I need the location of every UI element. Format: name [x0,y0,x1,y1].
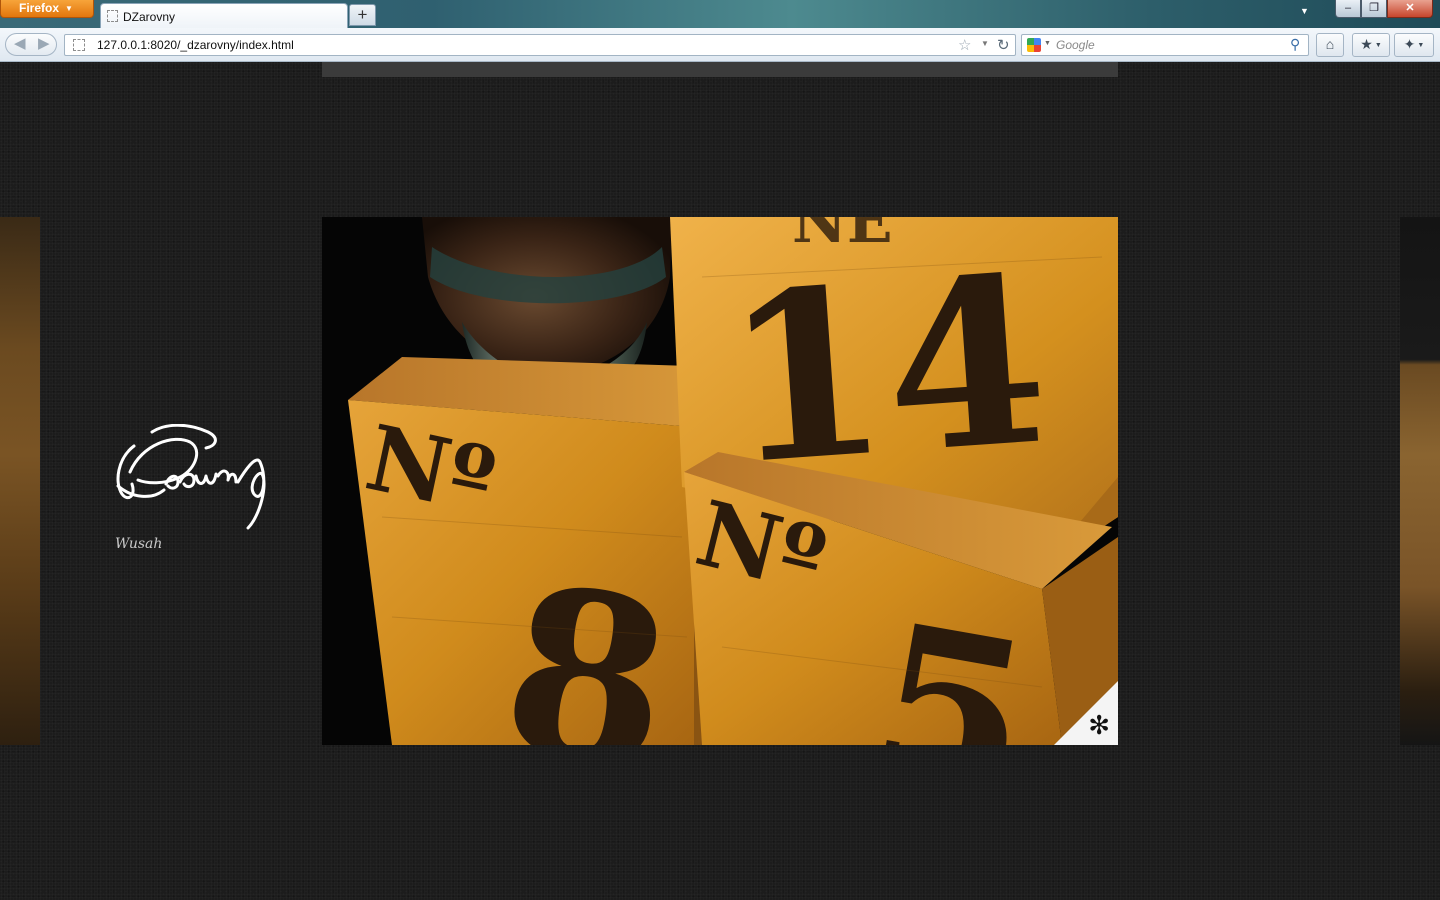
window-titlebar: Firefox ▼ DZarovny + ▼ – ❐ ✕ [0,0,1440,29]
reload-icon[interactable]: ↻ [997,36,1010,54]
browser-tab[interactable]: DZarovny [100,3,348,29]
search-input[interactable] [1056,37,1276,53]
site-tagline: Wusah [115,536,163,552]
page-viewport: Wusah Nº 8 14 Nº 5 NE ✻ [0,62,1440,900]
addon-button[interactable]: ✦ ▼ [1394,33,1434,57]
chevron-down-icon: ▼ [1417,42,1425,49]
previous-photo-peek[interactable] [0,217,40,745]
site-identity-icon[interactable] [73,39,85,51]
search-magnifier-icon[interactable]: ⚲ [1290,36,1300,53]
tab-list-icon[interactable]: ▼ [1300,6,1309,16]
wooden-number-blocks-image: Nº 8 14 Nº 5 NE [322,217,1118,745]
svg-text:14: 14 [717,225,1055,517]
close-button[interactable]: ✕ [1387,0,1433,18]
minimize-button[interactable]: – [1335,0,1361,18]
main-photo[interactable]: Nº 8 14 Nº 5 NE ✻ [322,217,1118,745]
back-forward-group: ◀ ▶ [5,33,57,56]
bookmarks-icon: ★ [1360,36,1373,52]
home-icon: ⌂ [1325,36,1335,52]
history-dropdown-icon[interactable]: ▼ [981,39,989,48]
asterisk-icon: ✻ [1088,711,1110,741]
url-text[interactable]: 127.0.0.1:8020/_dzarovny/index.html [97,38,294,52]
firefox-menu-button[interactable]: Firefox ▼ [0,0,94,18]
bookmark-star-icon[interactable]: ☆ [958,36,971,54]
tab-title: DZarovny [123,10,176,24]
photo-corner-toggle[interactable]: ✻ [1054,681,1118,745]
engine-dropdown-icon[interactable]: ▼ [1044,40,1051,47]
bookmarks-button[interactable]: ★ ▼ [1352,33,1390,57]
chevron-down-icon: ▼ [1374,42,1382,49]
next-photo-peek[interactable] [1400,217,1440,745]
addon-icon: ✦ [1403,36,1416,52]
back-arrow-icon[interactable]: ◀ [14,34,26,54]
google-icon[interactable] [1027,38,1041,52]
home-button[interactable]: ⌂ [1316,33,1344,57]
window-controls: – ❐ ✕ [1335,0,1433,20]
firefox-menu-label: Firefox [19,1,60,15]
forward-arrow-icon[interactable]: ▶ [38,34,50,54]
chevron-down-icon: ▼ [65,4,73,13]
signature-logo[interactable] [112,423,277,532]
navigation-toolbar: ◀ ▶ 127.0.0.1:8020/_dzarovny/index.html … [0,28,1440,62]
previous-slide-strip [322,62,1118,77]
address-bar[interactable]: 127.0.0.1:8020/_dzarovny/index.html ☆ ▼ … [64,34,1016,56]
search-bar[interactable]: ▼ ⚲ [1021,34,1309,56]
signature-logo-icon [116,423,266,530]
page-favicon-icon [107,10,118,22]
new-tab-button[interactable]: + [349,4,376,26]
maximize-button[interactable]: ❐ [1361,0,1387,18]
svg-text:NE: NE [792,217,893,257]
